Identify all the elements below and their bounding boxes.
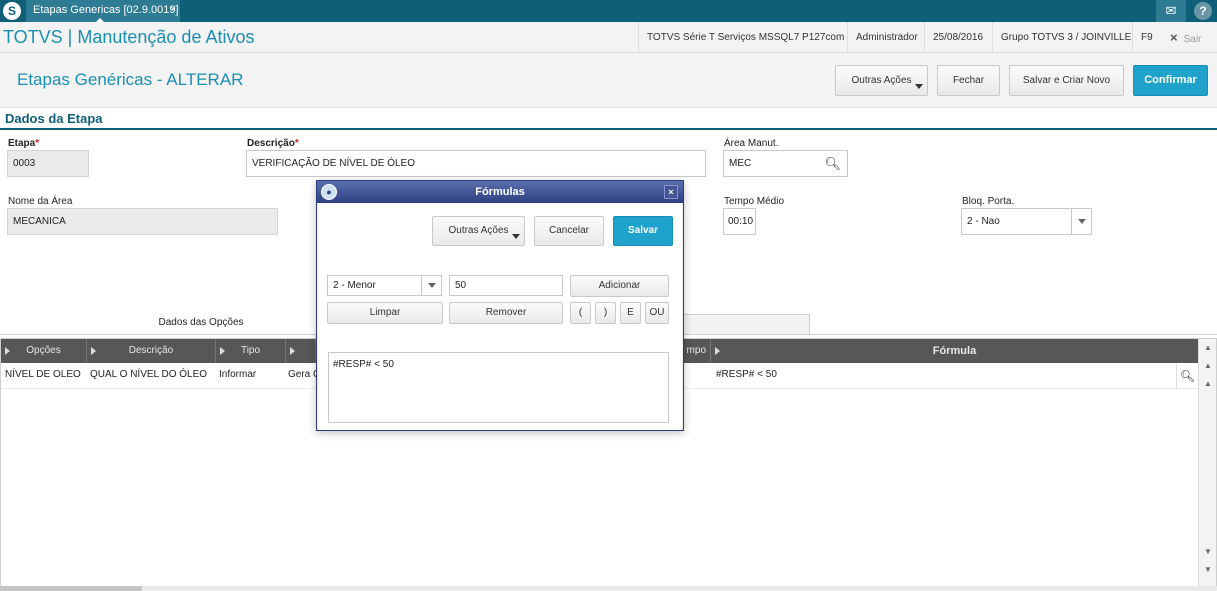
exit-label: Sair: [1183, 34, 1202, 45]
nome-area-field[interactable]: MECANICA: [7, 208, 278, 235]
col-gera[interactable]: [286, 339, 316, 363]
vertical-scrollbar[interactable]: ▲ ▲ ▲ ▼ ▼: [1198, 339, 1216, 587]
dialog-title-bar[interactable]: ● Fórmulas ×: [317, 181, 683, 203]
scroll-bottom-icon[interactable]: ▼: [1199, 563, 1217, 577]
etapa-field[interactable]: 0003: [7, 150, 89, 177]
program-tab-label: Etapas Genericas [02.9.0019]: [33, 4, 179, 16]
page-title: Etapas Genéricas - ALTERAR: [17, 70, 244, 89]
environment-info[interactable]: TOTVS Série T Serviços MSSQL7 P127com: [638, 22, 852, 53]
company-info[interactable]: Grupo TOTVS 3 / JOINVILLE: [992, 22, 1139, 53]
clear-button[interactable]: Limpar: [327, 302, 443, 324]
tempo-field[interactable]: 00:10: [723, 208, 756, 235]
scroll-up-icon[interactable]: ▲: [1199, 377, 1217, 391]
col-opcoes[interactable]: Opções: [1, 339, 87, 363]
brand-bar: TOTVS | Manutenção de Ativos TOTVS Série…: [0, 22, 1217, 53]
chevron-down-icon[interactable]: [421, 276, 441, 295]
scroll-thumb[interactable]: [0, 586, 142, 591]
close-button[interactable]: Fechar: [937, 65, 1000, 96]
tempo-label: Tempo Médio: [724, 196, 785, 207]
cancel-button[interactable]: Cancelar: [534, 216, 604, 246]
program-tab[interactable]: Etapas Genericas [02.9.0019] ×: [26, 0, 180, 23]
sort-icon: [290, 347, 295, 355]
chevron-down-icon[interactable]: [1071, 209, 1091, 234]
save-and-new-button[interactable]: Salvar e Criar Novo: [1009, 65, 1124, 96]
remove-button[interactable]: Remover: [449, 302, 563, 324]
col-tipo[interactable]: Tipo: [216, 339, 286, 363]
scroll-top-icon[interactable]: ▲: [1199, 341, 1217, 355]
dialog-body: Outras Ações Cancelar Salvar 2 - Menor 5…: [318, 203, 682, 430]
bloq-select[interactable]: 2 - Nao: [961, 208, 1092, 235]
mail-icon[interactable]: ✉: [1156, 0, 1186, 22]
close-paren-button[interactable]: ): [595, 302, 616, 324]
section-title: Dados da Etapa: [5, 111, 103, 126]
descricao-label: Descrição*: [247, 138, 299, 149]
bloq-value: 2 - Nao: [967, 216, 1000, 227]
confirm-button[interactable]: Confirmar: [1133, 65, 1208, 96]
more-actions-button[interactable]: Outras Ações: [835, 65, 928, 96]
close-icon[interactable]: ×: [664, 185, 678, 199]
etapa-label: Etapa*: [8, 138, 40, 149]
cell-descricao: QUAL O NÍVEL DO ÓLEO: [90, 369, 208, 380]
exit-icon: ×: [1170, 30, 1178, 45]
close-tab-icon[interactable]: ×: [170, 0, 176, 20]
area-field[interactable]: MEC 🔍︎: [723, 150, 848, 177]
descricao-field[interactable]: VERIFICAÇÃO DE NÍVEL DE ÓLEO: [246, 150, 706, 177]
open-paren-button[interactable]: (: [570, 302, 591, 324]
page-header: Etapas Genéricas - ALTERAR Outras Ações …: [0, 53, 1217, 108]
scroll-up-icon[interactable]: ▲: [1199, 359, 1217, 373]
sort-icon: [220, 347, 225, 355]
tab-secondary[interactable]: [682, 314, 810, 335]
cell-formula: #RESP# < 50: [716, 369, 777, 380]
scroll-down-icon[interactable]: ▼: [1199, 545, 1217, 559]
shortcut-info[interactable]: F9: [1132, 22, 1161, 53]
operator-value: 2 - Menor: [333, 280, 376, 291]
date-info[interactable]: 25/08/2016: [924, 22, 991, 53]
search-icon[interactable]: 🔍︎: [824, 151, 841, 176]
help-icon[interactable]: ?: [1194, 2, 1212, 20]
required-mark: *: [294, 138, 299, 149]
bloq-label: Bloq. Porta.: [962, 196, 1015, 207]
dialog-more-actions-label: Outras Ações: [448, 225, 509, 236]
save-button[interactable]: Salvar: [613, 216, 673, 246]
and-button[interactable]: E: [620, 302, 641, 324]
sort-icon: [91, 347, 96, 355]
sort-icon: [715, 347, 720, 355]
area-value: MEC: [729, 158, 752, 169]
search-icon[interactable]: 🔍︎: [1176, 364, 1198, 389]
exit-button[interactable]: × Sair: [1170, 22, 1201, 53]
chevron-down-icon: [915, 84, 923, 89]
col-formula[interactable]: Fórmula: [711, 339, 1198, 363]
add-button[interactable]: Adicionar: [570, 275, 669, 297]
area-label: Área Manut.: [724, 138, 779, 149]
chevron-down-icon: [512, 234, 520, 239]
top-bar: S Etapas Genericas [02.9.0019] × ✉ ?: [0, 0, 1217, 23]
horizontal-scrollbar[interactable]: [0, 586, 1217, 591]
value-input[interactable]: 50: [449, 275, 563, 296]
nome-area-label: Nome da Área: [8, 196, 73, 207]
app-title: TOTVS | Manutenção de Ativos: [3, 27, 255, 47]
col-descricao[interactable]: Descrição: [87, 339, 216, 363]
cell-tipo: Informar: [219, 369, 257, 380]
user-info[interactable]: Administrador: [847, 22, 926, 53]
section-divider: [0, 128, 1217, 130]
sort-icon: [5, 347, 10, 355]
formulas-dialog: ● Fórmulas × Outras Ações Cancelar Salva…: [316, 180, 684, 431]
or-button[interactable]: OU: [645, 302, 669, 324]
required-mark: *: [35, 138, 40, 149]
operator-select[interactable]: 2 - Menor: [327, 275, 442, 296]
totvs-logo-icon[interactable]: S: [3, 2, 21, 20]
cell-gera: Gera O: [288, 369, 316, 380]
app-icon: ●: [321, 184, 337, 200]
dialog-more-actions-button[interactable]: Outras Ações: [432, 216, 525, 246]
more-actions-label: Outras Ações: [851, 75, 912, 86]
cell-opcoes: NÍVEL DE OLEO: [5, 369, 81, 380]
formula-textarea[interactable]: #RESP# < 50: [328, 352, 669, 423]
dialog-title: Fórmulas: [475, 186, 525, 198]
